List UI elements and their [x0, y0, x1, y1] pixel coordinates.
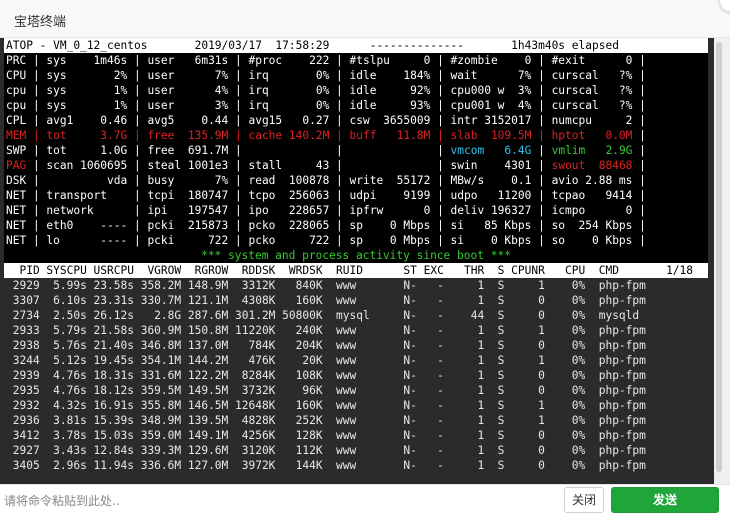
stat-row: SWP | tot 1.0G | free 691.7M | | | vmcom…: [4, 143, 708, 158]
stat-row: CPU | sys 2% | user 7% | irq 0% | idle 1…: [4, 68, 708, 83]
window-title: 宝塔终端: [14, 15, 67, 30]
stat-segment: cpu | sys 1% | user 4% | irq 0% | idle 9…: [6, 84, 646, 97]
process-row: 2933 5.79s 21.58s 360.9M 150.8M 11220K 2…: [6, 324, 646, 337]
command-input[interactable]: [4, 488, 544, 514]
stat-segment: PRC | sys 1m46s | user 6m31s | #proc 222…: [6, 54, 646, 67]
process-row: 2935 4.76s 18.12s 359.5M 149.5M 3732K 96…: [6, 384, 646, 397]
stat-segment: |: [531, 144, 552, 157]
send-button[interactable]: 发送(Ctrl+Enter): [611, 487, 719, 513]
stat-segment: NET | transport | tcpi 180747 | tcpo 256…: [6, 189, 646, 202]
stat-segment: vmcom 6.4G: [450, 144, 532, 157]
stat-segment: NET | network | ipi 197547 | ipo 228657 …: [6, 204, 646, 217]
stat-segment: NET | lo ---- | pcki 722 | pcko 722 | sp…: [6, 234, 646, 247]
stat-segment: CPL | avg1 0.46 | avg5 0.44 | avg15 0.27…: [6, 114, 646, 127]
stat-row: cpu | sys 1% | user 4% | irq 0% | idle 9…: [4, 83, 708, 98]
stat-segment: vmlim 2.9G: [551, 144, 633, 157]
stat-row: PRC | sys 1m46s | user 6m31s | #proc 222…: [4, 53, 708, 68]
stat-segment: MEM | tot 3.7G | free 135.9M | cache 140…: [6, 129, 633, 142]
process-row: 3307 6.10s 23.31s 330.7M 121.1M 4308K 16…: [6, 294, 646, 307]
stat-row: DSK | vda | busy 7% | read 100878 | writ…: [4, 173, 708, 188]
stat-segment: SWP | tot 1.0G | free 691.7M | | |: [6, 144, 451, 157]
stat-row: NET | transport | tcpi 180747 | tcpo 256…: [4, 188, 708, 203]
process-row: 2927 3.43s 12.84s 339.3M 129.6M 3120K 11…: [6, 444, 646, 457]
boot-activity-line: *** system and process activity since bo…: [4, 248, 708, 263]
process-table-header: PID SYSCPU USRCPU VGROW RGROW RDDSK WRDS…: [4, 263, 708, 278]
stat-segment: CPU | sys 2% | user 7% | irq 0% | idle 1…: [6, 69, 646, 82]
process-row: 2938 5.76s 21.40s 346.8M 137.0M 784K 204…: [6, 339, 646, 352]
process-row: 3405 2.96s 11.94s 336.6M 127.0M 3972K 14…: [6, 459, 646, 472]
stat-row: NET | lo ---- | pcki 722 | pcko 722 | sp…: [4, 233, 708, 248]
terminal-output[interactable]: ATOP - VM_0_12_centos 2019/03/17 17:58:2…: [0, 38, 714, 484]
stat-row: NET | eth0 ---- | pcki 215873 | pcko 228…: [4, 218, 708, 233]
process-row: 2932 4.32s 16.91s 355.8M 146.5M 12648K 1…: [6, 399, 646, 412]
command-bar: 关闭 发送(Ctrl+Enter): [0, 484, 730, 516]
stat-row: PAG | scan 1060695 | steal 1001e3 | stal…: [4, 158, 708, 173]
stat-segment: PAG: [6, 159, 27, 172]
stat-segment: cpu | sys 1% | user 3% | irq 0% | idle 9…: [6, 99, 646, 112]
scrollbar-thumb[interactable]: [716, 42, 722, 472]
process-row: 3412 3.78s 15.03s 359.0M 149.1M 4256K 12…: [6, 429, 646, 442]
process-row: 2936 3.81s 15.39s 348.9M 139.5M 4828K 25…: [6, 414, 646, 427]
stat-segment: NET | eth0 ---- | pcki 215873 | pcko 228…: [6, 219, 646, 232]
stat-segment: swout 88468: [551, 159, 633, 172]
stat-segment: |: [632, 144, 646, 157]
stat-segment: DSK | vda | busy 7% | read 100878 | writ…: [6, 174, 646, 187]
stat-segment: |: [632, 159, 646, 172]
stat-row: cpu | sys 1% | user 3% | irq 0% | idle 9…: [4, 98, 708, 113]
stat-segment: | scan 1060695 | steal 1001e3 | stall 43…: [26, 159, 552, 172]
stat-segment: |: [632, 129, 646, 142]
process-row: 2929 5.99s 23.58s 358.2M 148.9M 3312K 84…: [6, 279, 646, 292]
process-row: 2734 2.50s 26.12s 2.8G 287.6M 301.2M 508…: [6, 309, 640, 322]
title-bar: 宝塔终端: [0, 0, 730, 38]
process-row: 3244 5.12s 19.45s 354.1M 144.2M 476K 20K…: [6, 354, 646, 367]
stat-row: NET | network | ipi 197547 | ipo 228657 …: [4, 203, 708, 218]
stat-row: MEM | tot 3.7G | free 135.9M | cache 140…: [4, 128, 708, 143]
close-button[interactable]: 关闭: [564, 487, 604, 513]
process-row: 2939 4.76s 18.31s 331.6M 122.2M 8284K 10…: [6, 369, 646, 382]
atop-status-line: ATOP - VM_0_12_centos 2019/03/17 17:58:2…: [4, 38, 708, 53]
stat-row: CPL | avg1 0.46 | avg5 0.44 | avg15 0.27…: [4, 113, 708, 128]
